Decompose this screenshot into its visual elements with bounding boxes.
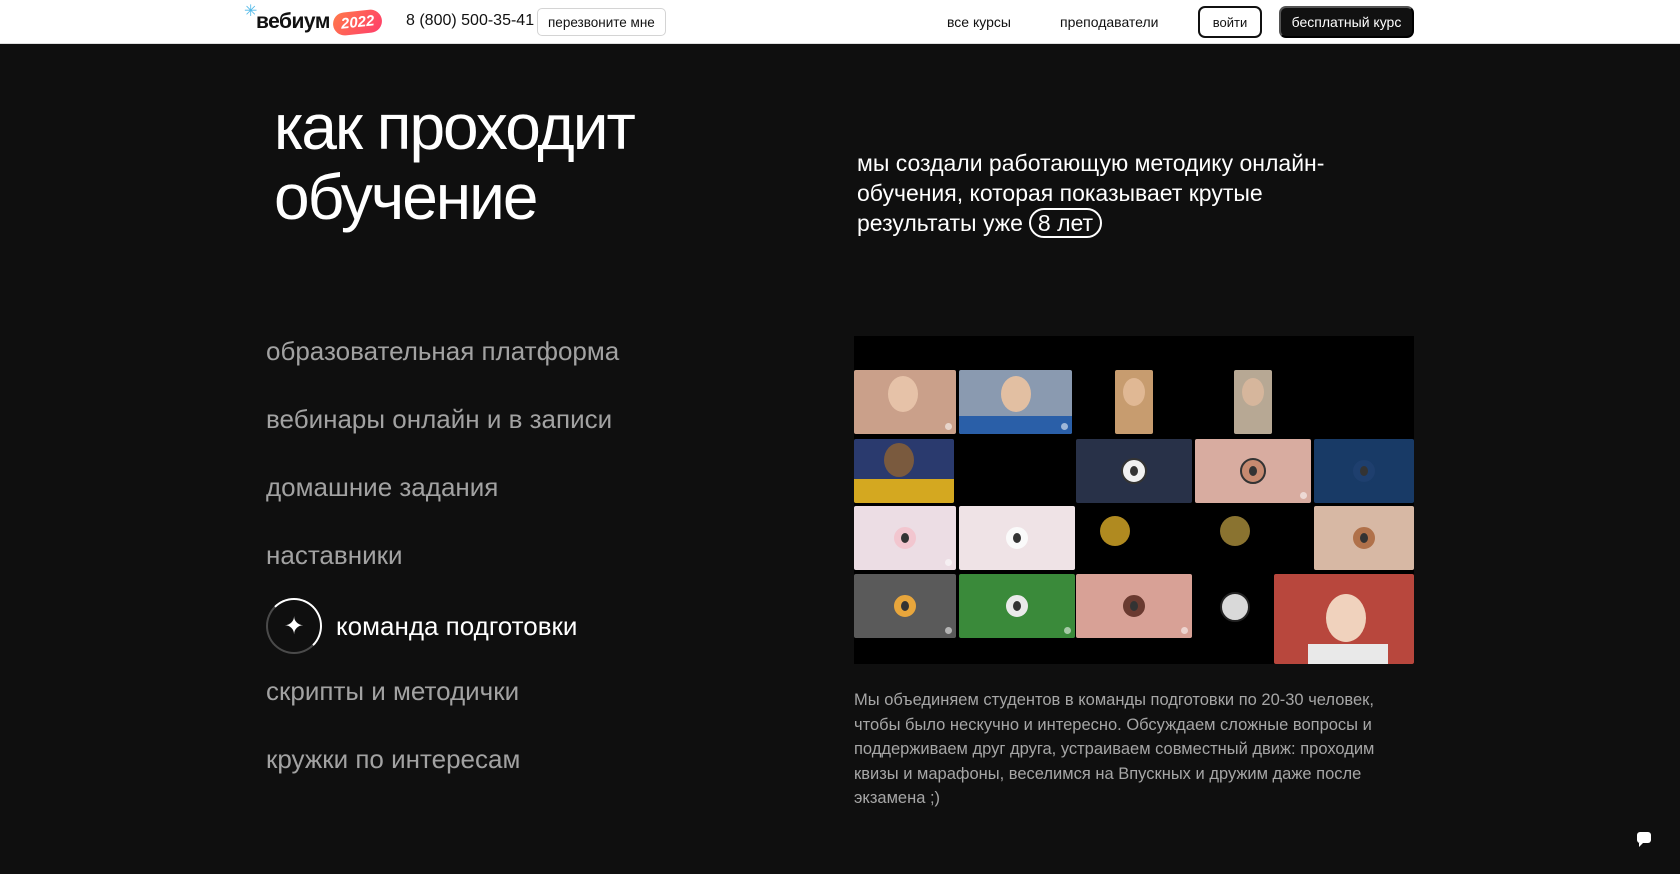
menu-item-clubs[interactable]: кружки по интересам [266, 744, 520, 775]
chat-bubble-icon[interactable] [1637, 832, 1651, 847]
participant-tile [1314, 439, 1414, 503]
title-line-2: обучение [274, 161, 538, 233]
participant-tile [854, 506, 956, 570]
title-line-1: как проходит [274, 91, 636, 163]
menu-item-homework[interactable]: домашние задания [266, 472, 498, 503]
participant-avatar [1220, 516, 1250, 546]
participant-tile [959, 506, 1075, 570]
feature-description: Мы объединяем студентов в команды подгот… [854, 691, 1375, 807]
participant-tile [854, 370, 956, 434]
sparkle-icon: ✦ [266, 598, 322, 654]
phone-number[interactable]: 8 (800) 500-35-41 [406, 12, 534, 30]
menu-item-scripts[interactable]: скрипты и методички [266, 676, 519, 707]
participant-tile [1076, 439, 1192, 503]
free-course-button[interactable]: бесплатный курс [1279, 6, 1414, 38]
menu-item-webinars[interactable]: вебинары онлайн и в записи [266, 404, 612, 435]
intro-text: мы создали работающую методику онлайн-об… [857, 148, 1377, 238]
participant-tile [1234, 370, 1272, 434]
participant-tile [959, 370, 1072, 434]
login-button[interactable]: войти [1198, 6, 1262, 38]
menu-item-team-label: команда подготовки [336, 610, 578, 641]
logo[interactable]: ✳ вебиум 2022 [244, 3, 384, 38]
nav-teachers[interactable]: преподаватели [1060, 14, 1159, 30]
participant-tile [959, 574, 1075, 638]
menu-item-team[interactable]: ✦ команда подготовки [266, 598, 577, 654]
site-header: ✳ вебиум 2022 8 (800) 500-35-41 перезвон… [0, 0, 1680, 44]
participant-tile [1195, 439, 1311, 503]
presenter-tile [1274, 574, 1414, 664]
participant-avatar [1220, 592, 1250, 622]
participant-tile [1314, 506, 1414, 570]
participant-tile [854, 439, 954, 503]
menu-item-mentors[interactable]: наставники [266, 540, 403, 571]
logo-text: вебиум [256, 10, 330, 33]
participant-tile [854, 574, 956, 638]
menu-item-platform[interactable]: образовательная платформа [266, 336, 619, 367]
years-badge: 8 лет [1028, 208, 1103, 238]
callback-button[interactable]: перезвоните мне [537, 8, 666, 36]
logo-year-badge: 2022 [331, 7, 384, 37]
video-call-photo [854, 336, 1414, 664]
page-title: как проходит обучение [274, 92, 734, 232]
participant-tile [1115, 370, 1153, 434]
participant-tile [1076, 574, 1192, 638]
participant-avatar [1100, 516, 1130, 546]
snowflake-icon: ✳ [244, 3, 258, 20]
nav-all-courses[interactable]: все курсы [947, 14, 1011, 30]
